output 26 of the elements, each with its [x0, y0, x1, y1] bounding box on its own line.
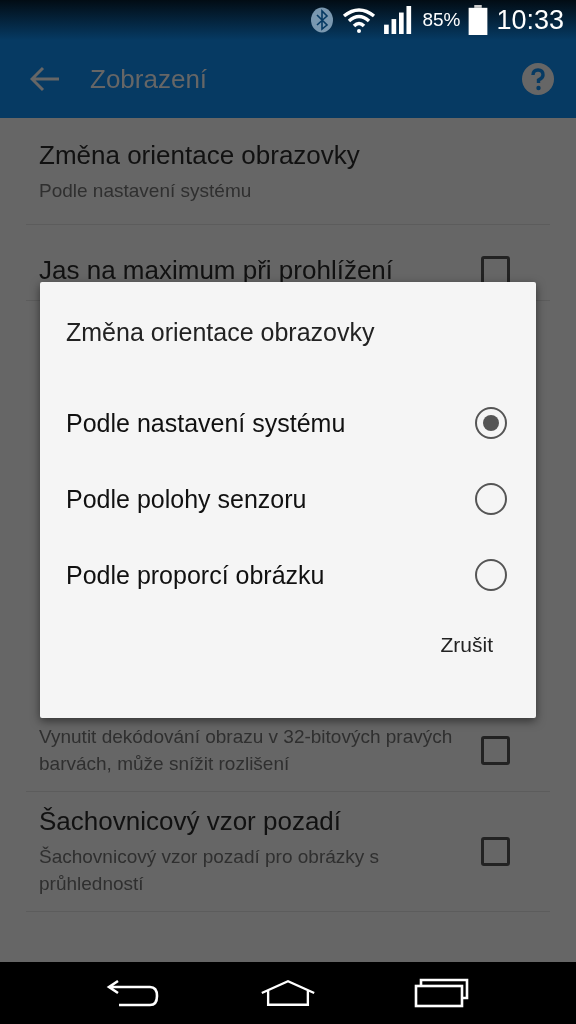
option-label: Podle nastavení systému [66, 408, 346, 438]
setting-summary: Podle nastavení systému [39, 179, 253, 203]
dialog-title: Změna orientace obrazovky [66, 318, 376, 347]
cancel-button[interactable]: Zrušit [428, 623, 505, 667]
option-label: Podle proporcí obrázku [66, 560, 325, 590]
radio-button[interactable] [475, 483, 507, 515]
battery-percent: 85% [422, 9, 461, 31]
setting-title: Jas na maximum při prohlížení [39, 255, 395, 286]
setting-summary: Šachovnicový vzor pozadí pro obrázky s průhledností [39, 845, 381, 896]
home-icon[interactable] [260, 978, 316, 1008]
screen-title: Zobrazení [90, 63, 209, 95]
setting-title: Šachovnicový vzor pozadí [39, 806, 343, 837]
option-label: Podle polohy senzoru [66, 484, 307, 514]
checkbox[interactable] [481, 735, 510, 765]
radio-option[interactable]: Podle proporcí obrázku [66, 537, 507, 613]
radio-button[interactable] [475, 559, 507, 591]
bluetooth-icon [310, 7, 335, 33]
recent-apps-icon[interactable] [414, 978, 470, 1008]
checkbox[interactable] [481, 837, 510, 866]
radio-option[interactable]: Podle polohy senzoru [66, 461, 507, 537]
wifi-icon [342, 7, 377, 33]
radio-button[interactable] [475, 407, 507, 439]
clock: 10:33 [496, 4, 564, 36]
radio-option[interactable]: Podle nastavení systému [66, 385, 507, 461]
setting-title: Změna orientace obrazovky [39, 140, 361, 171]
battery-icon [468, 5, 489, 35]
